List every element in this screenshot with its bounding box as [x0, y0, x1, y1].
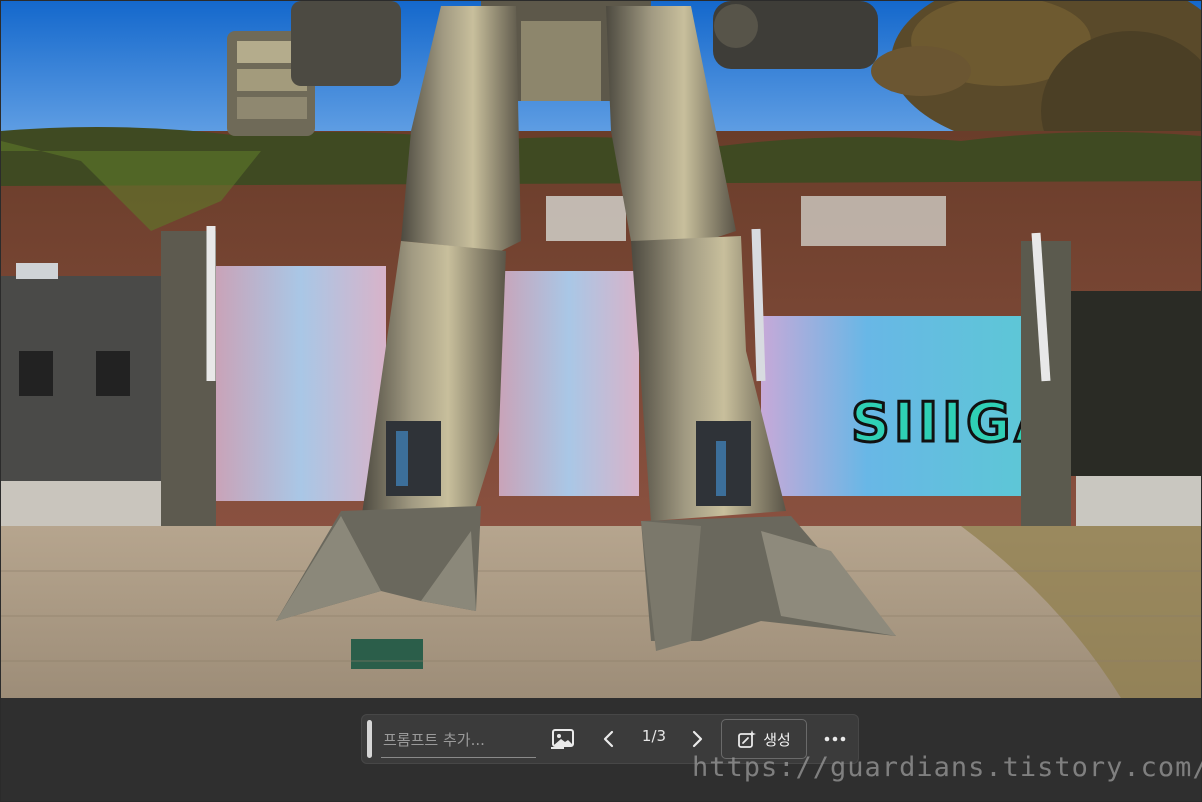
- more-options-button[interactable]: [817, 724, 853, 754]
- drag-handle-icon[interactable]: [367, 720, 372, 758]
- robot-hand-right: [713, 1, 878, 69]
- image-reference-icon: [551, 729, 574, 749]
- prompt-input[interactable]: [381, 722, 536, 758]
- next-button[interactable]: [683, 724, 711, 754]
- more-horizontal-icon: [824, 736, 846, 742]
- watermark-text: https://guardians.tistory.com/: [692, 752, 1202, 783]
- generated-image: SIIIGA: [1, 1, 1201, 698]
- sparkle-edit-icon: [738, 730, 757, 748]
- add-image-button[interactable]: [543, 724, 583, 754]
- generate-label: 생성: [763, 730, 791, 749]
- chevron-right-icon: [692, 730, 703, 748]
- previous-button[interactable]: [595, 724, 623, 754]
- page-counter: 1/3: [641, 727, 667, 745]
- chevron-left-icon: [603, 730, 614, 748]
- photo-scene: SIIIGA: [1, 1, 1201, 698]
